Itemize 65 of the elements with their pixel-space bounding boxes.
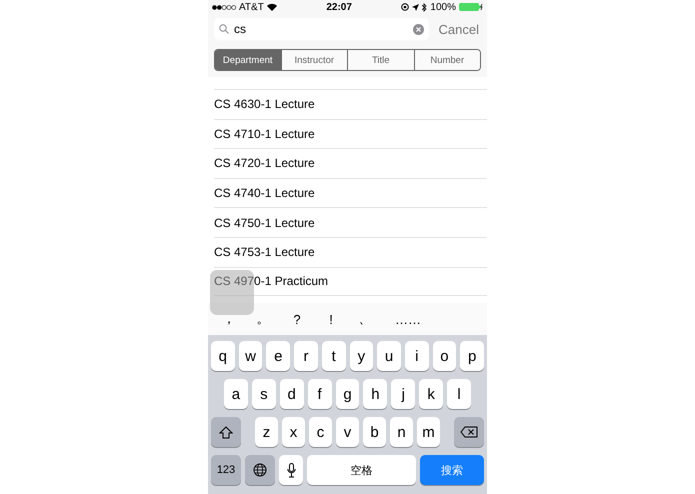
letter-key[interactable]: z xyxy=(255,417,278,447)
carrier: AT&T xyxy=(239,2,264,12)
letter-key[interactable]: o xyxy=(432,341,456,371)
globe-key[interactable] xyxy=(245,455,275,485)
letter-key[interactable]: e xyxy=(266,341,290,371)
globe-icon xyxy=(253,463,267,477)
letter-key[interactable]: d xyxy=(280,379,304,409)
letter-key[interactable]: r xyxy=(294,341,318,371)
candidate-word[interactable]: 、 xyxy=(348,310,382,328)
letter-key[interactable]: f xyxy=(308,379,332,409)
letter-key[interactable]: x xyxy=(282,417,305,447)
letter-key[interactable]: l xyxy=(447,379,472,409)
letter-key[interactable]: c xyxy=(309,417,332,447)
letter-key[interactable]: i xyxy=(404,341,429,371)
signal-icon xyxy=(212,4,236,10)
course-row[interactable]: CS 4720-1 Lecture xyxy=(214,148,487,178)
dictation-key[interactable] xyxy=(279,455,303,485)
scope-tab[interactable]: Department xyxy=(215,50,280,70)
candidate-word[interactable]: 。 xyxy=(246,310,280,328)
shift-key[interactable] xyxy=(211,417,241,447)
bluetooth-icon xyxy=(422,2,428,12)
clock: 22:07 xyxy=(326,2,352,12)
delete-icon xyxy=(460,426,478,438)
search-key[interactable]: 搜索 xyxy=(420,455,484,485)
microphone-icon xyxy=(286,462,296,478)
candidate-word[interactable]: ? xyxy=(280,312,314,326)
battery-percent: 100% xyxy=(430,2,456,12)
numbers-key[interactable]: 123 xyxy=(211,455,241,485)
course-row[interactable]: CS 4750-1 Lecture xyxy=(214,207,487,237)
letter-key[interactable]: g xyxy=(336,379,360,409)
letter-key[interactable]: w xyxy=(238,341,262,371)
wifi-icon xyxy=(266,3,277,11)
candidate-word[interactable]: ， xyxy=(212,310,246,328)
letter-key[interactable]: u xyxy=(377,341,401,371)
space-key[interactable]: 空格 xyxy=(307,455,416,485)
course-row[interactable]: CS 4710-1 Lecture xyxy=(214,118,487,148)
candidate-word[interactable]: …… xyxy=(382,312,434,326)
course-row[interactable]: CS 4753-1 Lecture xyxy=(214,236,487,267)
search-field[interactable]: cs xyxy=(214,18,429,40)
letter-key[interactable]: k xyxy=(419,379,444,409)
course-row[interactable]: CS 4740-1 Lecture xyxy=(214,178,487,208)
letter-key[interactable]: a xyxy=(224,379,248,409)
letter-key[interactable]: b xyxy=(363,417,386,447)
letter-key[interactable]: m xyxy=(417,417,440,447)
battery-icon xyxy=(458,3,483,11)
letter-key[interactable]: s xyxy=(252,379,276,409)
location-icon xyxy=(412,4,420,10)
clear-icon[interactable] xyxy=(412,24,424,34)
letter-key[interactable]: j xyxy=(391,379,416,409)
delete-key[interactable] xyxy=(454,417,484,447)
shift-icon xyxy=(219,426,233,438)
candidate-word[interactable]: ! xyxy=(314,312,348,326)
letter-key[interactable]: y xyxy=(350,341,374,371)
cancel-button[interactable]: Cancel xyxy=(436,22,481,36)
course-row[interactable]: CS 4630-1 Lecture xyxy=(214,89,487,119)
lock-rotation-icon xyxy=(401,3,410,11)
course-row[interactable]: CS 4970-1 Practicum xyxy=(214,266,487,296)
letter-key[interactable]: n xyxy=(390,417,413,447)
letter-key[interactable]: q xyxy=(211,341,235,371)
letter-key[interactable]: h xyxy=(363,379,388,409)
scope-tab[interactable]: Number xyxy=(414,50,480,70)
search-icon xyxy=(219,24,229,34)
letter-key[interactable]: p xyxy=(460,341,484,371)
letter-key[interactable]: t xyxy=(322,341,346,371)
letter-key[interactable]: v xyxy=(336,417,359,447)
